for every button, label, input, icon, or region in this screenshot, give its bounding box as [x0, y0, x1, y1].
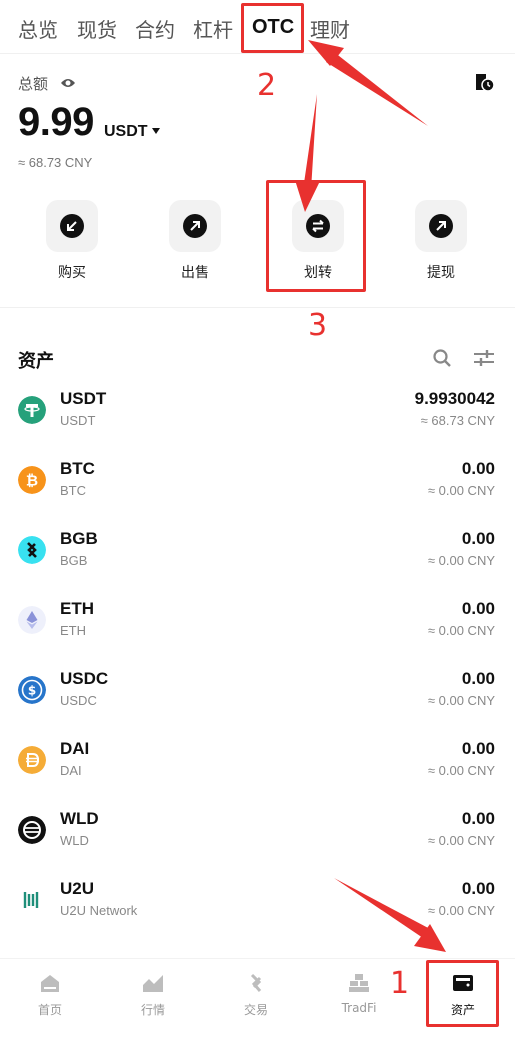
- eye-icon[interactable]: [60, 77, 76, 89]
- nav-home[interactable]: 首页: [5, 973, 95, 1018]
- annotation-step-1: 1: [390, 966, 410, 1001]
- asset-fiat-value: ≈ 0.00 CNY: [427, 693, 495, 708]
- asset-amount: 0.00: [461, 879, 495, 898]
- asset-row-eth[interactable]: ETH ETH 0.00 ≈ 0.00 CNY: [0, 588, 515, 658]
- asset-symbol: DAI: [60, 739, 90, 758]
- asset-amount: 0.00: [461, 669, 495, 688]
- history-icon[interactable]: [473, 71, 495, 93]
- asset-row-wld[interactable]: WLD WLD 0.00 ≈ 0.00 CNY: [0, 798, 515, 868]
- total-balance: 9.99: [18, 100, 94, 144]
- filter-icon[interactable]: [473, 348, 495, 368]
- asset-row-usdt[interactable]: USDT USDT 9.9930042 ≈ 68.73 CNY: [0, 378, 515, 448]
- dai-icon: [18, 746, 46, 774]
- annotation-box-otc: [241, 3, 304, 53]
- asset-name: ETH: [60, 623, 86, 638]
- market-chart-icon: [143, 975, 163, 992]
- tab-overview[interactable]: 总览: [18, 14, 58, 43]
- asset-symbol: USDC: [60, 669, 109, 688]
- nav-label: 行情: [140, 1003, 165, 1017]
- asset-name: USDC: [60, 693, 97, 708]
- chevron-down-icon[interactable]: [152, 128, 160, 134]
- svg-text:₿: ₿: [26, 472, 38, 490]
- asset-name: USDT: [60, 413, 96, 428]
- asset-symbol: BGB: [60, 529, 98, 548]
- tab-earn[interactable]: 理财: [310, 14, 350, 43]
- asset-fiat-value: ≈ 0.00 CNY: [427, 623, 495, 638]
- asset-row-bgb[interactable]: BGB BGB 0.00 ≈ 0.00 CNY: [0, 518, 515, 588]
- arrow-up-right-icon: [429, 214, 453, 238]
- nav-label: 交易: [243, 1003, 268, 1017]
- bgb-icon: [18, 536, 46, 564]
- asset-amount: 0.00: [461, 459, 495, 478]
- asset-fiat-value: ≈ 0.00 CNY: [427, 833, 495, 848]
- home-icon: [41, 975, 59, 992]
- usdt-icon: [18, 396, 46, 424]
- annotation-step-3: 3: [308, 308, 328, 343]
- asset-row-u2u[interactable]: U2U U2U Network 0.00 ≈ 0.00 CNY: [0, 868, 515, 938]
- trade-icon: [250, 973, 262, 992]
- asset-amount: 0.00: [461, 529, 495, 548]
- balance-unit-selector[interactable]: USDT: [104, 123, 148, 141]
- asset-name: BTC: [60, 483, 86, 498]
- withdraw-label: 提现: [427, 265, 455, 281]
- buy-button[interactable]: 购买: [37, 200, 107, 282]
- asset-symbol: U2U: [60, 879, 95, 898]
- arrow-down-left-icon: [60, 214, 84, 238]
- asset-name: BGB: [60, 553, 88, 568]
- asset-amount: 0.00: [461, 739, 495, 758]
- svg-text:$: $: [28, 684, 36, 698]
- asset-row-dai[interactable]: DAI DAI 0.00 ≈ 0.00 CNY: [0, 728, 515, 798]
- u2u-icon: [23, 892, 39, 908]
- asset-symbol: ETH: [60, 599, 94, 618]
- asset-fiat-value: ≈ 0.00 CNY: [427, 903, 495, 918]
- asset-amount: 9.9930042: [414, 389, 495, 408]
- search-icon[interactable]: [432, 348, 452, 368]
- asset-name: DAI: [60, 763, 82, 778]
- sell-label: 出售: [181, 265, 209, 281]
- usdc-icon: $: [18, 676, 46, 704]
- section-divider: [0, 307, 515, 308]
- asset-amount: 0.00: [461, 599, 495, 618]
- asset-symbol: BTC: [60, 459, 95, 478]
- tab-spot[interactable]: 现货: [77, 14, 117, 43]
- sell-button[interactable]: 出售: [160, 200, 230, 282]
- asset-row-usdc[interactable]: $ USDC USDC 0.00 ≈ 0.00 CNY: [0, 658, 515, 728]
- buy-label: 购买: [58, 265, 86, 281]
- asset-fiat-value: ≈ 0.00 CNY: [427, 483, 495, 498]
- asset-symbol: USDT: [60, 389, 107, 408]
- nav-label: TradFi: [341, 1001, 377, 1015]
- wld-icon: [18, 816, 46, 844]
- assets-title: 资产: [18, 351, 54, 372]
- asset-name: U2U Network: [60, 903, 138, 918]
- asset-fiat-value: ≈ 0.00 CNY: [427, 763, 495, 778]
- asset-row-btc[interactable]: ₿ BTC BTC 0.00 ≈ 0.00 CNY: [0, 448, 515, 518]
- asset-fiat-value: ≈ 68.73 CNY: [420, 413, 495, 428]
- annotation-arrow-transfer: [303, 94, 317, 190]
- annotation-box-assets: [426, 960, 499, 1027]
- tradfi-icon: [349, 974, 369, 992]
- asset-name: WLD: [60, 833, 89, 848]
- total-label: 总额: [18, 75, 49, 93]
- asset-amount: 0.00: [461, 809, 495, 828]
- asset-symbol: WLD: [60, 809, 99, 828]
- btc-icon: ₿: [18, 466, 46, 494]
- nav-label: 首页: [37, 1003, 62, 1017]
- annotation-step-2: 2: [257, 68, 277, 103]
- tab-futures[interactable]: 合约: [135, 14, 175, 43]
- tab-margin[interactable]: 杠杆: [193, 14, 233, 43]
- arrow-up-right-icon: [183, 214, 207, 238]
- nav-market[interactable]: 行情: [108, 973, 198, 1018]
- nav-trade[interactable]: 交易: [211, 973, 301, 1018]
- annotation-arrow-otc: [326, 52, 428, 126]
- eth-icon: [18, 606, 46, 634]
- withdraw-button[interactable]: 提现: [406, 200, 476, 282]
- asset-fiat-value: ≈ 0.00 CNY: [427, 553, 495, 568]
- balance-fiat-value: ≈ 68.73 CNY: [18, 155, 93, 170]
- annotation-box-transfer: [266, 180, 366, 292]
